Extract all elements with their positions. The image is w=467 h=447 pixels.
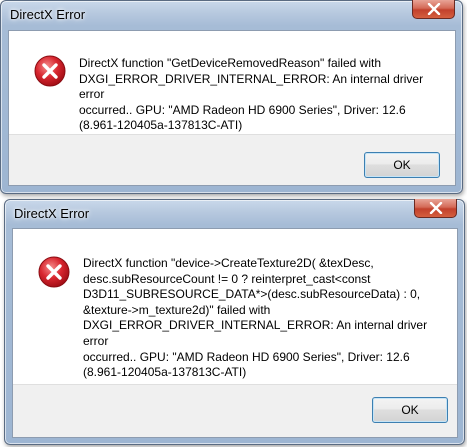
ok-button[interactable]: OK [364,152,440,178]
message-area: DirectX function "device->CreateTexture2… [13,229,457,384]
close-button[interactable] [412,0,455,19]
message-area: DirectX function "GetDeviceRemovedReason… [9,31,455,134]
error-message: DirectX function "GetDeviceRemovedReason… [79,56,424,133]
close-icon [427,3,440,15]
error-message: DirectX function "device->CreateTexture2… [83,256,428,380]
dialog-title: DirectX Error [14,206,90,221]
dialog-client-area: DirectX function "GetDeviceRemovedReason… [8,30,456,186]
dialog-client-area: DirectX function "device->CreateTexture2… [12,228,458,438]
close-button[interactable] [414,199,457,218]
divider [9,134,455,135]
close-icon [429,202,442,214]
directx-error-dialog-2: DirectX Error DirectX function "device->… [4,199,465,445]
error-icon [38,256,70,288]
directx-error-dialog-1: DirectX Error DirectX function "GetDevic… [0,0,463,194]
error-icon [34,55,66,87]
dialog-title: DirectX Error [10,7,86,22]
divider [13,384,457,385]
ok-button[interactable]: OK [372,397,448,423]
